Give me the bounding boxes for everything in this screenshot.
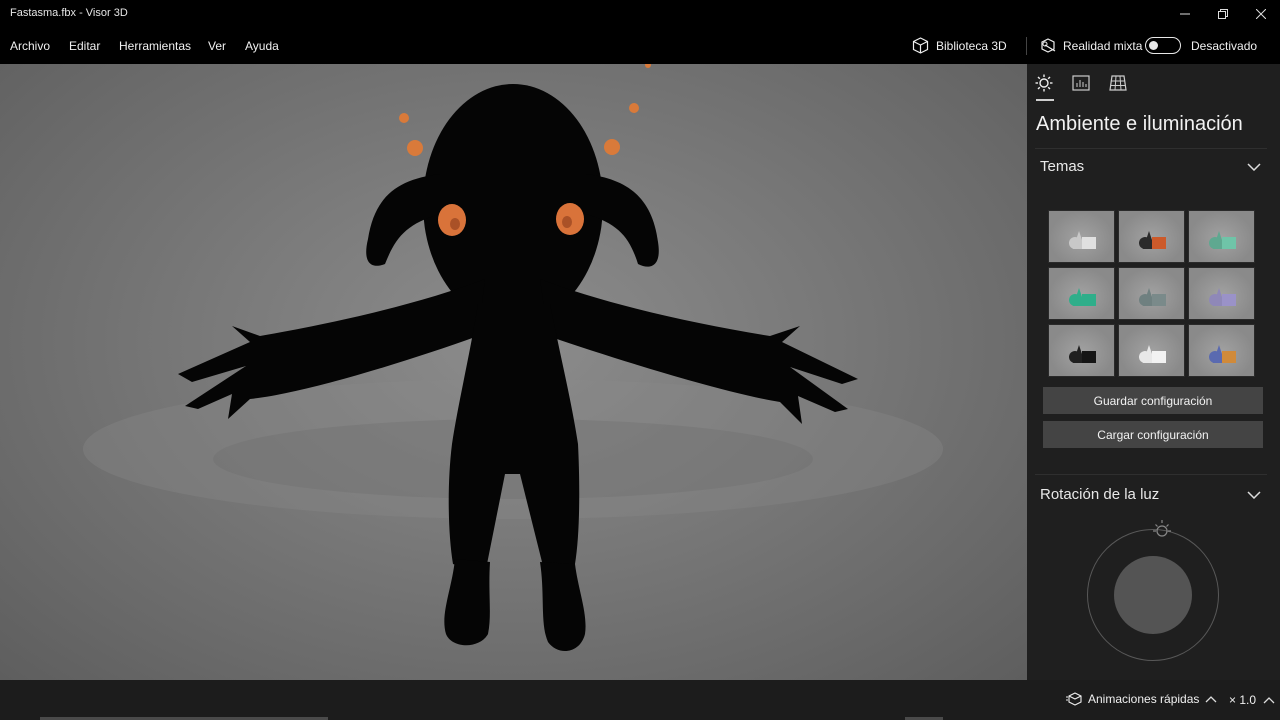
quick-animations-button[interactable]: Animaciones rápidas bbox=[1066, 692, 1217, 706]
restore-icon bbox=[1218, 9, 1228, 19]
section-divider bbox=[1035, 148, 1267, 149]
chevron-up-icon bbox=[1205, 696, 1217, 703]
window-title: Fastasma.fbx - Visor 3D bbox=[10, 7, 128, 19]
grid-icon bbox=[1109, 75, 1127, 91]
close-button[interactable] bbox=[1242, 0, 1280, 28]
mixed-reality-toggle[interactable] bbox=[1145, 37, 1181, 54]
tab-lighting[interactable] bbox=[1033, 72, 1055, 94]
menu-archivo[interactable]: Archivo bbox=[10, 39, 50, 53]
load-config-button[interactable]: Cargar configuración bbox=[1043, 421, 1263, 448]
mixed-reality-control[interactable]: Realidad mixta bbox=[1040, 37, 1142, 54]
playback-speed[interactable]: × 1.0 bbox=[1229, 693, 1275, 707]
panel-title: Ambiente e iluminación bbox=[1036, 113, 1243, 135]
tab-grid[interactable] bbox=[1107, 72, 1129, 94]
toggle-state-label: Desactivado bbox=[1191, 39, 1258, 53]
theme-thumbnail[interactable] bbox=[1188, 210, 1255, 263]
ghost-model[interactable] bbox=[0, 64, 1027, 680]
theme-thumbnail[interactable] bbox=[1048, 267, 1115, 320]
theme-thumbnail[interactable] bbox=[1048, 210, 1115, 263]
minimize-icon bbox=[1180, 13, 1190, 15]
maximize-button[interactable] bbox=[1204, 0, 1242, 28]
tab-stats[interactable] bbox=[1070, 72, 1092, 94]
light-dial-center[interactable] bbox=[1114, 556, 1192, 634]
theme-thumbnail[interactable] bbox=[1118, 324, 1185, 377]
themes-heading[interactable]: Temas bbox=[1040, 158, 1084, 175]
theme-thumbnail[interactable] bbox=[1048, 324, 1115, 377]
3d-viewport[interactable] bbox=[0, 64, 1027, 680]
speed-label: × 1.0 bbox=[1229, 693, 1257, 707]
toolbar-divider bbox=[1026, 37, 1027, 55]
toggle-knob bbox=[1149, 40, 1158, 50]
title-bar: Fastasma.fbx - Visor 3D bbox=[0, 0, 1280, 28]
section-divider bbox=[1035, 474, 1267, 475]
theme-thumbnail[interactable] bbox=[1188, 267, 1255, 320]
animations-label: Animaciones rápidas bbox=[1088, 692, 1200, 706]
chevron-down-icon[interactable] bbox=[1247, 491, 1261, 499]
theme-thumbnail[interactable] bbox=[1118, 210, 1185, 263]
library-label: Biblioteca 3D bbox=[936, 38, 1007, 53]
animation-cube-icon bbox=[1066, 692, 1082, 706]
minimize-button[interactable] bbox=[1166, 0, 1204, 28]
mixed-reality-label: Realidad mixta bbox=[1063, 38, 1143, 53]
chevron-up-icon bbox=[1263, 697, 1275, 704]
chevron-down-icon[interactable] bbox=[1247, 163, 1261, 171]
light-rotation-heading[interactable]: Rotación de la luz bbox=[1040, 486, 1159, 503]
theme-thumbnail[interactable] bbox=[1188, 324, 1255, 377]
stats-icon bbox=[1072, 75, 1090, 91]
menu-ayuda[interactable]: Ayuda bbox=[245, 39, 279, 53]
save-config-button[interactable]: Guardar configuración bbox=[1043, 387, 1263, 414]
sun-icon bbox=[1035, 74, 1053, 92]
close-icon bbox=[1256, 9, 1266, 19]
theme-thumbnail[interactable] bbox=[1118, 267, 1185, 320]
menu-herramientas[interactable]: Herramientas bbox=[119, 39, 191, 53]
active-tab-indicator bbox=[1036, 99, 1054, 101]
menu-editar[interactable]: Editar bbox=[69, 39, 100, 53]
cube-icon bbox=[912, 37, 929, 54]
menu-ver[interactable]: Ver bbox=[208, 39, 226, 53]
mixed-reality-icon bbox=[1041, 38, 1056, 53]
sun-icon[interactable] bbox=[1150, 518, 1174, 542]
library-button[interactable]: Biblioteca 3D bbox=[912, 37, 1007, 54]
